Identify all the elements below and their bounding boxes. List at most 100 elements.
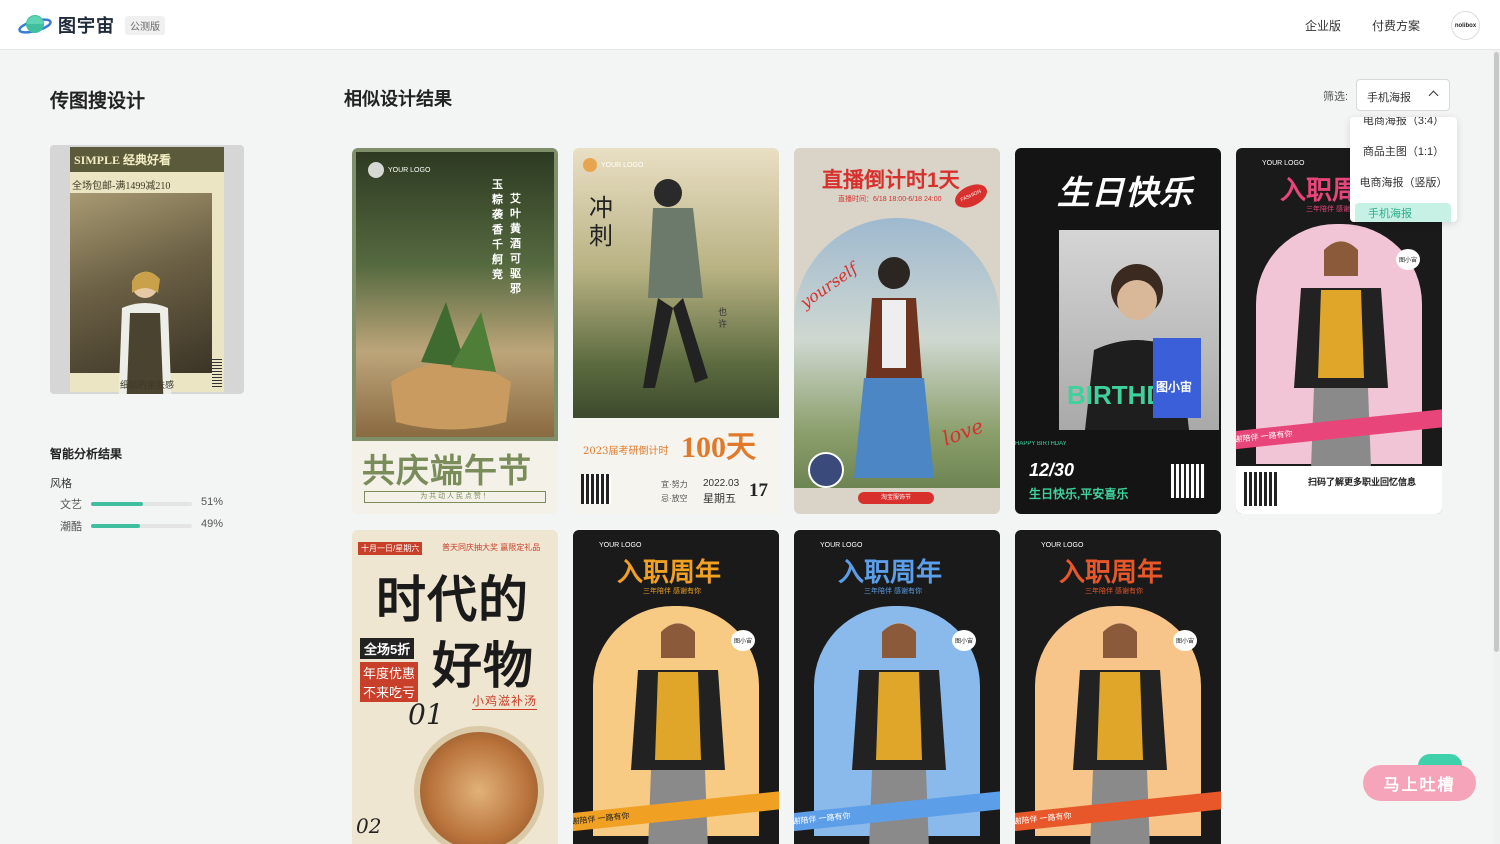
card-number: 01 xyxy=(408,698,444,731)
style-bar-fill xyxy=(91,502,143,506)
card-subtitle: 为 共 动 人 民 点 赞 ！ xyxy=(364,491,546,503)
card-title: 生日快乐 xyxy=(1057,174,1193,211)
design-card[interactable]: 十月一日/星期六 普天同庆抽大奖 赢限定礼品 时代的 好物 全场5折 年度优惠 … xyxy=(352,530,558,844)
dropdown-option-selected[interactable]: 手机海报 xyxy=(1355,203,1451,222)
card-verse: 玉粽袭香千舸竞 xyxy=(492,179,503,281)
card-weekday: 星期五 xyxy=(703,493,736,505)
card-logo-text: YOUR LOGO xyxy=(1041,542,1084,549)
uploaded-image: SIMPLE 经典好看 全场包邮-满1499减210 细腻的亲肤感 xyxy=(70,147,224,394)
zongzi-basket-icon xyxy=(391,302,511,430)
person-figure-icon xyxy=(118,271,172,394)
qr-code-icon xyxy=(1244,472,1278,506)
chevron-up-icon xyxy=(1428,90,1439,101)
filter-select[interactable]: 手机海报 xyxy=(1356,79,1450,111)
card-logo-text: YOUR LOGO xyxy=(1262,160,1305,167)
design-card[interactable]: YOUR LOGO 入职周年 三年陪伴 感谢有你 感谢陪伴 一路有你 图小宙 xyxy=(1015,530,1221,844)
style-label: 风格 xyxy=(50,478,72,490)
barcode-icon xyxy=(212,357,222,387)
upload-photo xyxy=(70,193,212,394)
page-title: 传图搜设计 xyxy=(50,91,146,112)
card-side-text: 也许 xyxy=(718,307,728,329)
design-card[interactable]: YOUR LOGO 入职周年 三年陪伴 感谢有你 感谢陪伴 一路有你 图小宙 xyxy=(573,530,779,844)
card-verse: 艾叶黄酒可驱邪 xyxy=(510,193,521,295)
card-number: 02 xyxy=(356,814,382,838)
logo[interactable]: 图宇宙 公测版 xyxy=(18,11,165,39)
nav-enterprise[interactable]: 企业版 xyxy=(1305,17,1341,34)
birthday-tag: 图小宙 xyxy=(1153,338,1201,418)
design-card[interactable]: YOUR LOGO 冲 刺 也许 2023届考研倒计时 100天 宜·努力 忌·… xyxy=(573,148,779,514)
card-brand: 图小宙 xyxy=(1173,630,1198,651)
card-logo-text: YOUR LOGO xyxy=(599,542,642,549)
filter-dropdown: 电商海报（3:4） 商品主图（1:1） 电商海报（竖版） 手机海报 xyxy=(1350,117,1457,222)
woman-figure-icon xyxy=(854,257,934,478)
logo-icon xyxy=(583,158,597,172)
filter-label: 筛选: xyxy=(1323,91,1349,103)
design-card[interactable]: 直播倒计时1天 直播时间：6/18 18:00-6/18 24:00 FASHI… xyxy=(794,148,1000,514)
card-brand: 图小宙 xyxy=(731,630,756,651)
style-percent: 51% xyxy=(201,496,224,508)
brand-name: 图宇宙 xyxy=(58,16,115,37)
card-logo-text: YOUR LOGO xyxy=(820,542,863,549)
card-title: 好物 xyxy=(432,638,534,694)
card-title: 刺 xyxy=(589,222,613,250)
avatar[interactable]: nolibox xyxy=(1451,11,1480,40)
qr-code-icon xyxy=(1171,464,1205,498)
card-brand: 图小宙 xyxy=(1396,249,1421,270)
style-name: 文艺 xyxy=(60,499,82,511)
card-title: 共庆端午节 xyxy=(362,452,532,489)
card-promo: 年度优惠 xyxy=(360,662,419,683)
card-title: 直播倒计时1天 xyxy=(822,169,960,192)
filter-value: 手机海报 xyxy=(1367,92,1411,104)
card-day: 17 xyxy=(749,480,768,501)
card-brand: 图小宙 xyxy=(1156,380,1193,394)
upload-footer: 细腻的亲肤感 xyxy=(120,380,175,390)
card-photo xyxy=(356,152,554,437)
card-date: 12/30 xyxy=(1029,460,1075,480)
card-time: 直播时间：6/18 18:00-6/18 24:00 xyxy=(838,196,942,203)
card-dish: 小鸡滋补汤 xyxy=(472,694,538,710)
design-card[interactable]: 生日快乐 BIRTHDAY 图小宙 HAPPY BIRTHDAY 12/30 生… xyxy=(1015,148,1221,514)
card-title: 入职周年 xyxy=(838,557,943,587)
design-card[interactable]: YOUR LOGO 玉粽袭香千舸竞 艾叶黄酒可驱邪 共庆端午节 为 共 动 人 … xyxy=(352,148,558,514)
results-title: 相似设计结果 xyxy=(344,89,452,109)
promo-stamp-icon xyxy=(808,452,844,488)
logo-icon xyxy=(368,162,384,178)
scrollbar-thumb[interactable] xyxy=(1494,52,1499,652)
card-ticker: HAPPY BIRTHDAY xyxy=(1015,441,1067,447)
upload-subline: 全场包邮-满1499减210 xyxy=(72,181,171,192)
soup-bowl-icon xyxy=(414,726,544,844)
card-caption: 2023届考研倒计时 xyxy=(583,446,669,457)
feedback-button[interactable]: 马上吐槽 xyxy=(1363,765,1476,801)
card-sub: 三年陪伴 感谢有你 xyxy=(1085,588,1143,595)
card-sub: 三年陪伴 感谢有你 xyxy=(643,588,701,595)
style-bar-fill xyxy=(91,524,141,528)
card-title: 入职周年 xyxy=(617,557,722,587)
dropdown-option[interactable]: 电商海报（3:4） xyxy=(1350,117,1457,132)
card-title: 入职周年 xyxy=(1059,557,1164,587)
uploaded-image-card[interactable]: SIMPLE 经典好看 全场包邮-满1499减210 细腻的亲肤感 xyxy=(50,145,244,394)
style-bar-track xyxy=(91,524,192,528)
card-wish: 生日快乐,平安喜乐 xyxy=(1029,487,1129,501)
card-logo-text: YOUR LOGO xyxy=(601,162,644,169)
style-row-chaoku: 潮酷 49% xyxy=(60,518,240,533)
dropdown-option[interactable]: 商品主图（1:1） xyxy=(1350,141,1457,163)
card-tag: 十月一日/星期六 xyxy=(358,542,423,555)
planet-logo-icon xyxy=(18,11,52,39)
design-card[interactable]: YOUR LOGO 入职周年 三年陪伴 感谢有你 感谢陪伴 一路有你 图小宙 xyxy=(794,530,1000,844)
card-big-number: 100天 xyxy=(681,431,756,464)
beta-badge: 公测版 xyxy=(125,15,165,35)
card-tag: 普天同庆抽大奖 赢限定礼品 xyxy=(442,543,541,552)
top-bar: 图宇宙 公测版 企业版 付费方案 nolibox xyxy=(0,0,1500,50)
style-name: 潮酷 xyxy=(60,521,82,533)
nav-pricing[interactable]: 付费方案 xyxy=(1372,17,1420,34)
qr-code-icon xyxy=(581,474,611,504)
dropdown-option[interactable]: 电商海报（竖版） xyxy=(1350,172,1457,194)
card-sale: 全场5折 xyxy=(360,638,415,659)
card-footer: 扫码了解更多职业回忆信息 xyxy=(1236,466,1442,514)
style-row-wenyi: 文艺 51% xyxy=(60,496,240,511)
style-percent: 49% xyxy=(201,518,224,530)
card-title: 时代的 xyxy=(376,572,529,628)
scrollbar[interactable] xyxy=(1493,50,1500,844)
card-date: 2022.03 xyxy=(703,478,740,489)
card-photo xyxy=(794,218,1000,488)
